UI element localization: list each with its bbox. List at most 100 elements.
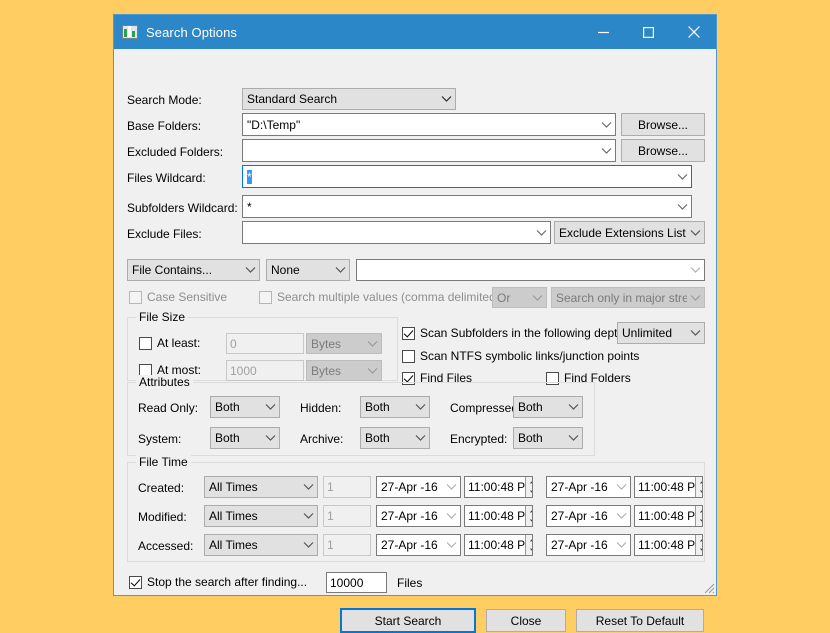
spinner-up-down-icon[interactable] <box>695 506 702 526</box>
files-wildcard-value: * <box>247 169 252 184</box>
file-time-accessed-amount-input[interactable]: 1 <box>323 534 371 556</box>
spinner-up-down-icon[interactable] <box>525 535 532 555</box>
excluded-folders-combo[interactable] <box>242 139 616 162</box>
spinner-up-down-icon[interactable] <box>695 477 702 497</box>
spinner-up-down-icon[interactable] <box>525 506 532 526</box>
chevron-down-icon <box>565 403 582 411</box>
file-size-at-most-unit-combo[interactable]: Bytes <box>306 360 382 381</box>
file-time-modified-time-to-value: 11:00:48 P <box>638 509 696 523</box>
files-unit-label: Files <box>397 576 423 590</box>
file-size-at-least-unit-combo[interactable]: Bytes <box>306 333 382 354</box>
chevron-down-icon <box>443 541 460 549</box>
chevron-down-icon[interactable] <box>533 229 550 237</box>
chevron-down-icon <box>687 294 704 302</box>
attribute-system-combo[interactable]: Both <box>210 427 280 449</box>
excluded-folders-label: Excluded Folders: <box>127 145 224 159</box>
file-time-created-date-from-combo[interactable]: 27-Apr -16 <box>376 476 461 498</box>
file-contains-combo[interactable]: File Contains... <box>127 259 260 281</box>
close-icon[interactable] <box>671 15 716 49</box>
file-time-created-date-to-combo[interactable]: 27-Apr -16 <box>546 476 631 498</box>
maximize-icon[interactable] <box>626 15 671 49</box>
attribute-encrypted-combo[interactable]: Both <box>513 427 583 449</box>
stream-scope-combo[interactable]: Search only in major strea <box>551 287 705 308</box>
file-time-created-mode-value: All Times <box>209 480 258 494</box>
file-time-created-time-to-input[interactable]: 11:00:48 P <box>634 476 703 498</box>
chevron-down-icon <box>412 434 429 442</box>
resize-grip[interactable] <box>701 580 715 594</box>
excluded-folders-browse-button[interactable]: Browse... <box>621 139 705 162</box>
chevron-down-icon[interactable] <box>687 266 704 274</box>
chevron-down-icon <box>687 329 704 337</box>
chevron-down-icon <box>529 294 546 302</box>
file-time-modified-time-to-input[interactable]: 11:00:48 P <box>634 505 703 527</box>
exclude-files-label: Exclude Files: <box>127 227 202 241</box>
chevron-down-icon[interactable] <box>598 121 615 129</box>
base-folders-browse-button[interactable]: Browse... <box>621 113 705 136</box>
chevron-down-icon[interactable] <box>598 147 615 155</box>
file-time-accessed-date-to-combo[interactable]: 27-Apr -16 <box>546 534 631 556</box>
subfolders-wildcard-label: Subfolders Wildcard: <box>127 201 238 215</box>
exclude-extensions-list-button[interactable]: Exclude Extensions List <box>554 221 705 244</box>
attribute-hidden-label: Hidden: <box>300 401 342 415</box>
file-contains-text-combo[interactable] <box>356 259 705 281</box>
file-time-accessed-time-from-input[interactable]: 11:00:48 P <box>464 534 533 556</box>
start-search-button[interactable]: Start Search <box>340 608 476 633</box>
window-controls <box>581 15 716 49</box>
file-time-modified-amount-input[interactable]: 1 <box>323 505 371 527</box>
result-limit-input[interactable]: 10000 <box>326 572 387 593</box>
chevron-down-icon <box>262 403 279 411</box>
file-size-at-least-input[interactable]: 0 <box>226 333 304 354</box>
chevron-down-icon <box>262 434 279 442</box>
logic-operator-combo[interactable]: Or <box>492 287 547 308</box>
minimize-icon[interactable] <box>581 15 626 49</box>
file-time-accessed-mode-combo[interactable]: All Times <box>204 534 318 556</box>
reset-to-default-button[interactable]: Reset To Default <box>576 609 704 632</box>
file-size-at-most-input[interactable]: 1000 <box>226 360 304 381</box>
file-time-modified-time-from-input[interactable]: 11:00:48 P <box>464 505 533 527</box>
scan-subfolders-checkbox[interactable]: Scan Subfolders in the following depth: <box>402 326 627 340</box>
file-time-modified-date-to-combo[interactable]: 27-Apr -16 <box>546 505 631 527</box>
attribute-hidden-combo[interactable]: Both <box>360 396 430 418</box>
close-label: Close <box>510 613 542 628</box>
file-time-accessed-date-from-combo[interactable]: 27-Apr -16 <box>376 534 461 556</box>
search-multiple-values-checkbox[interactable]: Search multiple values (comma delimited) <box>259 290 500 304</box>
exclude-extensions-list-label: Exclude Extensions List <box>559 225 686 240</box>
file-time-modified-mode-combo[interactable]: All Times <box>204 505 318 527</box>
file-time-modified-date-from-combo[interactable]: 27-Apr -16 <box>376 505 461 527</box>
attribute-encrypted-label: Encrypted: <box>450 432 508 446</box>
close-button[interactable]: Close <box>486 609 566 632</box>
file-size-at-least-checkbox[interactable]: At least: <box>139 336 200 350</box>
file-time-accessed-date-to-value: 27-Apr -16 <box>551 538 608 552</box>
chevron-down-icon[interactable] <box>674 173 691 181</box>
file-time-created-amount-input[interactable]: 1 <box>323 476 371 498</box>
case-sensitive-checkbox[interactable]: Case Sensitive <box>129 290 227 304</box>
subfolders-wildcard-combo[interactable]: * <box>242 195 692 218</box>
files-wildcard-combo[interactable]: * <box>242 165 692 188</box>
chevron-down-icon <box>300 541 317 549</box>
checkbox-box <box>129 290 142 304</box>
file-time-accessed-time-to-input[interactable]: 11:00:48 P <box>634 534 703 556</box>
spinner-up-down-icon[interactable] <box>525 477 532 497</box>
file-time-created-time-from-input[interactable]: 11:00:48 P <box>464 476 533 498</box>
scan-ntfs-links-checkbox[interactable]: Scan NTFS symbolic links/junction points <box>402 349 639 363</box>
chevron-down-icon <box>332 266 349 274</box>
attribute-archive-combo[interactable]: Both <box>360 427 430 449</box>
exclude-files-combo[interactable] <box>242 221 551 244</box>
scan-depth-combo[interactable]: Unlimited <box>617 322 705 344</box>
checkbox-box <box>129 575 142 589</box>
attributes-group-title: Attributes <box>136 375 193 389</box>
checkbox-box <box>139 336 152 350</box>
attribute-compressed-value: Both <box>518 400 543 414</box>
spinner-up-down-icon[interactable] <box>695 535 702 555</box>
stop-after-finding-checkbox[interactable]: Stop the search after finding... <box>129 575 307 589</box>
chevron-down-icon <box>613 512 630 520</box>
attribute-read-only-combo[interactable]: Both <box>210 396 280 418</box>
search-mode-combo[interactable]: Standard Search <box>242 88 456 110</box>
file-time-accessed-time-to-value: 11:00:48 P <box>638 538 696 552</box>
base-folders-combo[interactable]: "D:\Temp" <box>242 113 616 136</box>
attribute-compressed-combo[interactable]: Both <box>513 396 583 418</box>
window-title: Search Options <box>146 24 238 40</box>
chevron-down-icon[interactable] <box>674 203 691 211</box>
file-contains-mode-combo[interactable]: None <box>266 259 350 281</box>
file-time-created-mode-combo[interactable]: All Times <box>204 476 318 498</box>
